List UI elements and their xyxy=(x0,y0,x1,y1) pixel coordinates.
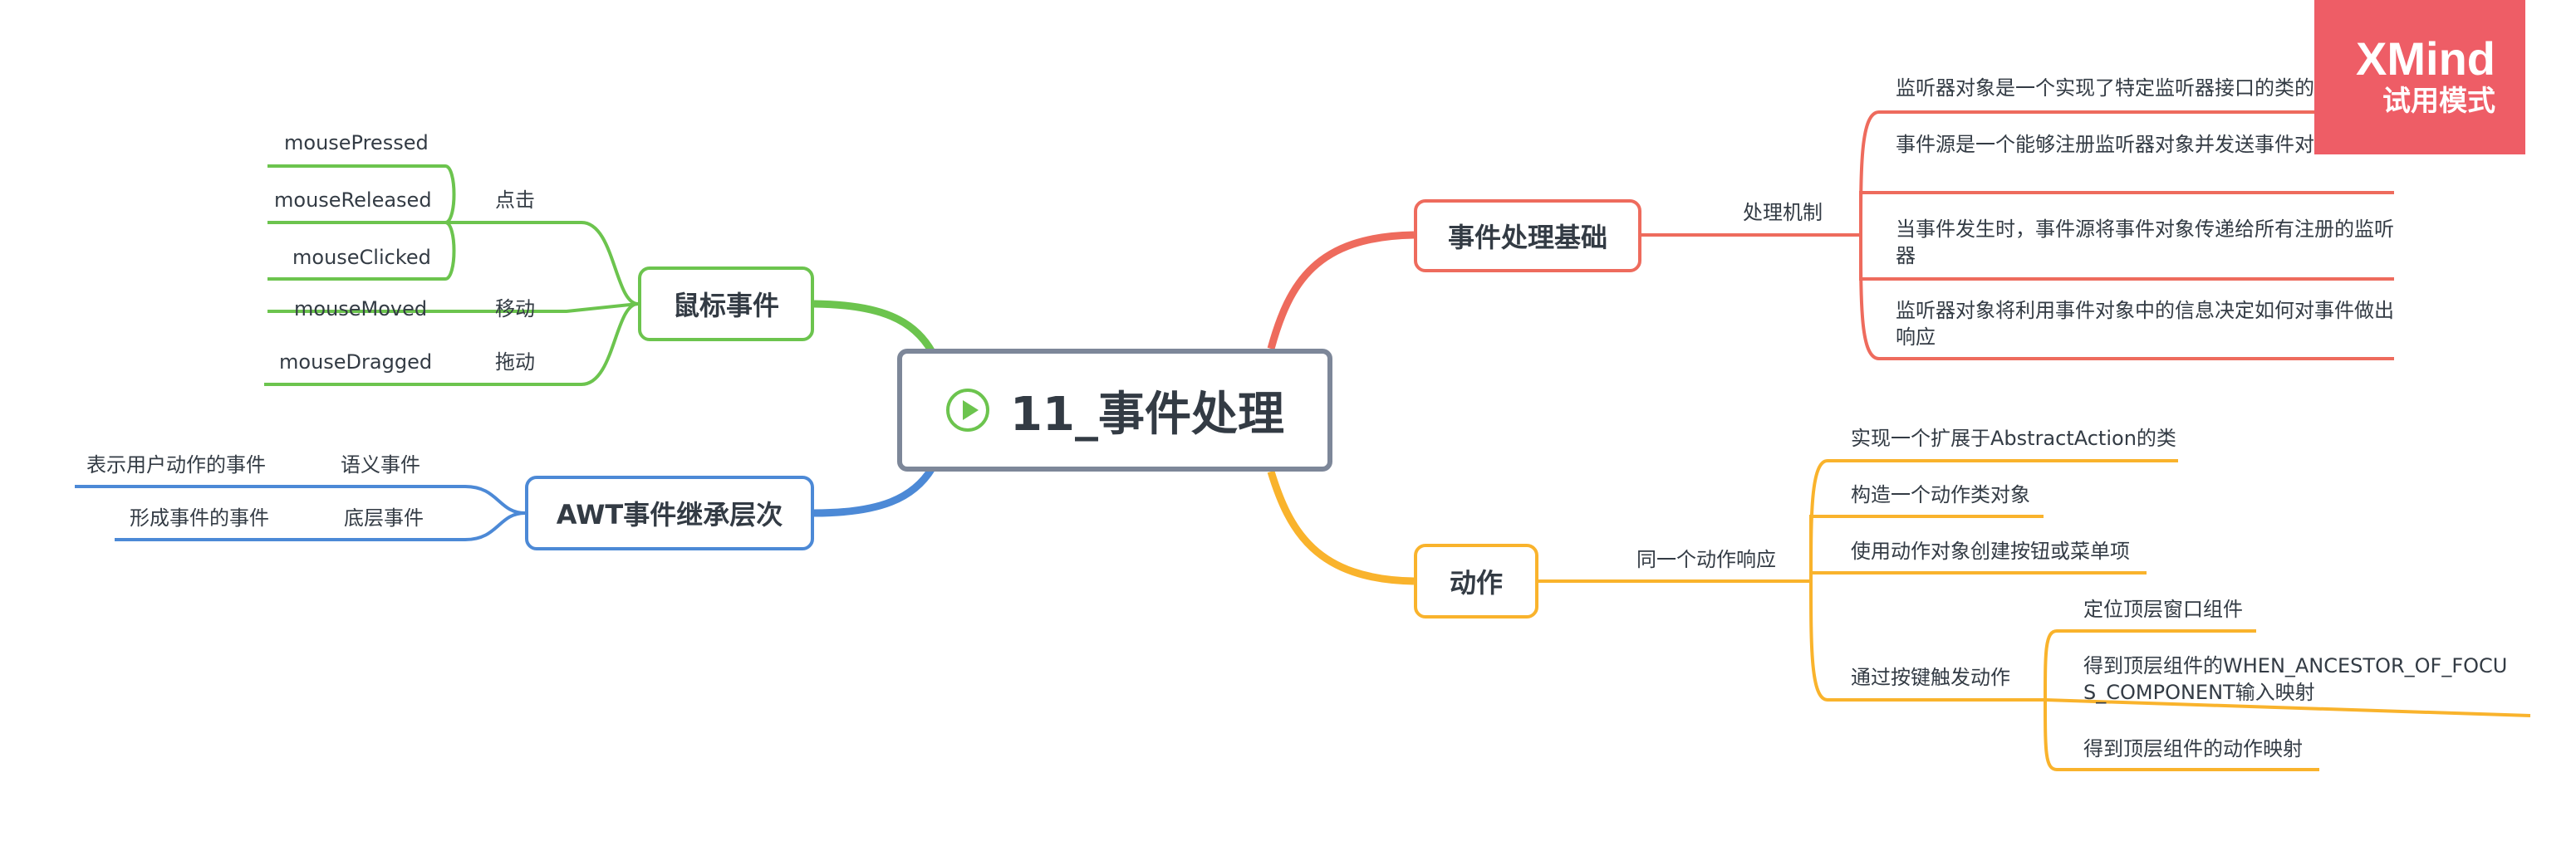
topic-awt-hierarchy-label: AWT事件继承层次 xyxy=(556,499,783,531)
key-trigger-item[interactable]: 得到顶层组件的动作映射 xyxy=(2083,736,2303,762)
branch-line-action xyxy=(1267,470,1415,585)
topic-action[interactable]: 动作 xyxy=(1414,544,1538,619)
central-title: 11_事件处理 xyxy=(1010,387,1284,442)
branch-line-mouse xyxy=(813,300,935,354)
mechanism-item[interactable]: 监听器对象将利用事件对象中的信息决定如何对事件做出响应 xyxy=(1896,297,2394,351)
awt-event-item[interactable]: 形成事件的事件 xyxy=(130,505,269,531)
subtopic-move[interactable]: 移动 xyxy=(495,296,535,322)
watermark-subtitle: 试用模式 xyxy=(2382,85,2495,119)
topic-mouse-events[interactable]: 鼠标事件 xyxy=(638,266,814,341)
topic-awt-hierarchy[interactable]: AWT事件继承层次 xyxy=(525,476,814,550)
mouse-event-item[interactable]: mousePressed xyxy=(284,130,429,156)
branch-line-awt xyxy=(813,466,935,517)
xmind-trial-watermark: XMind 试用模式 xyxy=(2314,0,2525,154)
branch-line-basics xyxy=(1267,231,1415,350)
action-item[interactable]: 使用动作对象创建按钮或菜单项 xyxy=(1851,538,2130,565)
topic-mouse-events-label: 鼠标事件 xyxy=(672,290,779,321)
subtopic-low-level-event[interactable]: 底层事件 xyxy=(344,505,424,531)
watermark-brand: XMind xyxy=(2356,32,2495,85)
topic-event-basics[interactable]: 事件处理基础 xyxy=(1414,199,1641,272)
subtopic-drag[interactable]: 拖动 xyxy=(495,349,535,375)
subtopic-mechanism[interactable]: 处理机制 xyxy=(1743,199,1823,226)
subtopic-semantic-event[interactable]: 语义事件 xyxy=(341,452,420,478)
mouse-event-item[interactable]: mouseClicked xyxy=(292,244,431,271)
awt-event-item[interactable]: 表示用户动作的事件 xyxy=(86,452,266,478)
mouse-event-item[interactable]: mouseReleased xyxy=(274,187,432,213)
topic-event-basics-label: 事件处理基础 xyxy=(1447,222,1607,253)
play-icon[interactable] xyxy=(945,388,990,433)
subtopic-same-response[interactable]: 同一个动作响应 xyxy=(1636,546,1776,573)
key-trigger-item[interactable]: 得到顶层组件的WHEN_ANCESTOR_OF_FOCUS_COMPONENT输… xyxy=(2083,653,2515,707)
key-trigger-item[interactable]: 定位顶层窗口组件 xyxy=(2083,596,2243,623)
action-item[interactable]: 实现一个扩展于AbstractAction的类 xyxy=(1851,425,2176,452)
action-item-key-trigger[interactable]: 通过按键触发动作 xyxy=(1851,664,2010,691)
topic-action-label: 动作 xyxy=(1449,567,1503,599)
mouse-event-item[interactable]: mouseDragged xyxy=(279,349,432,375)
central-topic[interactable]: 11_事件处理 xyxy=(897,349,1332,472)
mechanism-item[interactable]: 当事件发生时，事件源将事件对象传递给所有注册的监听器 xyxy=(1896,216,2394,270)
mouse-event-item[interactable]: mouseMoved xyxy=(294,296,427,322)
subtopic-click[interactable]: 点击 xyxy=(495,187,535,213)
action-item[interactable]: 构造一个动作类对象 xyxy=(1851,482,2030,508)
